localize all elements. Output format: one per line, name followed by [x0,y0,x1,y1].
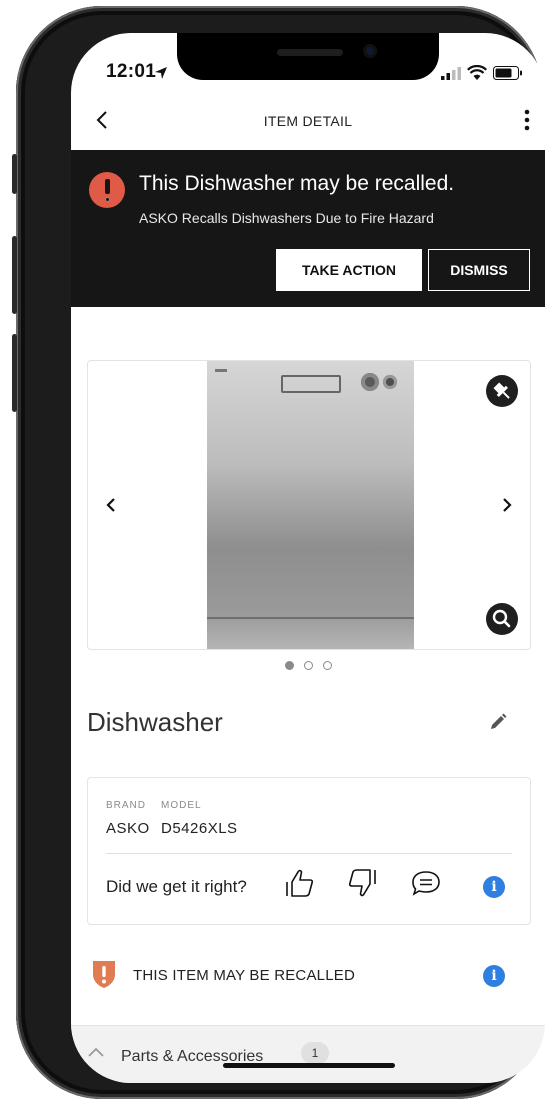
parts-count-badge: 1 [301,1042,329,1064]
info-icon[interactable]: i [483,965,505,987]
cellular-signal-icon [441,67,461,80]
volume-up-button [12,236,17,314]
gallery-pagination [71,661,545,675]
dismiss-button[interactable]: DISMISS [428,249,530,291]
wifi-icon [467,65,487,80]
control-knob [361,373,379,391]
recall-notice-text: THIS ITEM MAY BE RECALLED [133,967,355,984]
app-bar: ITEM DETAIL [71,101,545,141]
alert-icon [89,172,125,208]
take-action-button[interactable]: TAKE ACTION [276,249,422,291]
kick-plate-line [207,617,414,619]
model-value: D5426XLS [161,820,238,837]
battery-icon [493,66,522,80]
thumbs-up-icon[interactable] [284,866,316,900]
divider [106,853,512,854]
pagination-dot[interactable] [322,661,332,670]
notch [177,33,439,80]
control-knob [383,375,397,389]
page-title: ITEM DETAIL [263,113,353,129]
front-camera [363,44,377,58]
thumbs-down-icon[interactable] [346,866,378,900]
phone-screen: 12:01 ITEM DETAIL This Dishwasher may be… [71,33,545,1083]
info-icon[interactable]: i [483,876,505,898]
location-arrow-icon [155,67,167,79]
phone-frame: 12:01 ITEM DETAIL This Dishwasher may be… [12,6,545,1099]
previous-image-icon[interactable] [102,491,122,519]
brand-value: ASKO [106,820,150,837]
status-time: 12:01 [106,61,157,82]
chevron-up-icon[interactable] [87,1046,105,1058]
image-gallery[interactable] [87,360,531,650]
feedback-question: Did we get it right? [106,877,247,896]
shield-warning-icon [93,961,115,988]
zoom-button[interactable] [486,603,518,635]
pin-icon [493,382,510,399]
home-indicator[interactable] [223,1063,395,1068]
pagination-dot[interactable] [303,661,313,670]
recall-banner-title: This Dishwasher may be recalled. [139,172,455,195]
pin-button[interactable] [486,375,518,407]
volume-down-button [12,334,17,412]
magnifier-icon [492,609,511,628]
control-panel-display [281,375,341,393]
mute-switch [12,154,17,194]
parts-accessories-section[interactable]: Parts & Accessories 1 [71,1025,545,1083]
more-options-icon[interactable] [519,106,535,134]
comment-icon[interactable] [410,866,442,900]
item-details-card: BRAND MODEL ASKO D5426XLS Did we get it … [87,777,531,925]
dishwasher-image [207,361,414,649]
model-label: MODEL [161,800,202,811]
speaker [277,49,343,56]
recall-banner: This Dishwasher may be recalled. ASKO Re… [71,150,545,307]
item-title: Dishwasher [87,707,223,737]
brand-label: BRAND [106,800,147,811]
pencil-icon[interactable] [487,711,509,733]
recall-banner-subtitle: ASKO Recalls Dishwashers Due to Fire Haz… [139,210,434,226]
brand-logo-mark [215,369,227,372]
next-image-icon[interactable] [496,491,516,519]
recall-notice-row[interactable]: THIS ITEM MAY BE RECALLED i [71,946,545,1004]
pagination-dot-active[interactable] [284,661,294,670]
